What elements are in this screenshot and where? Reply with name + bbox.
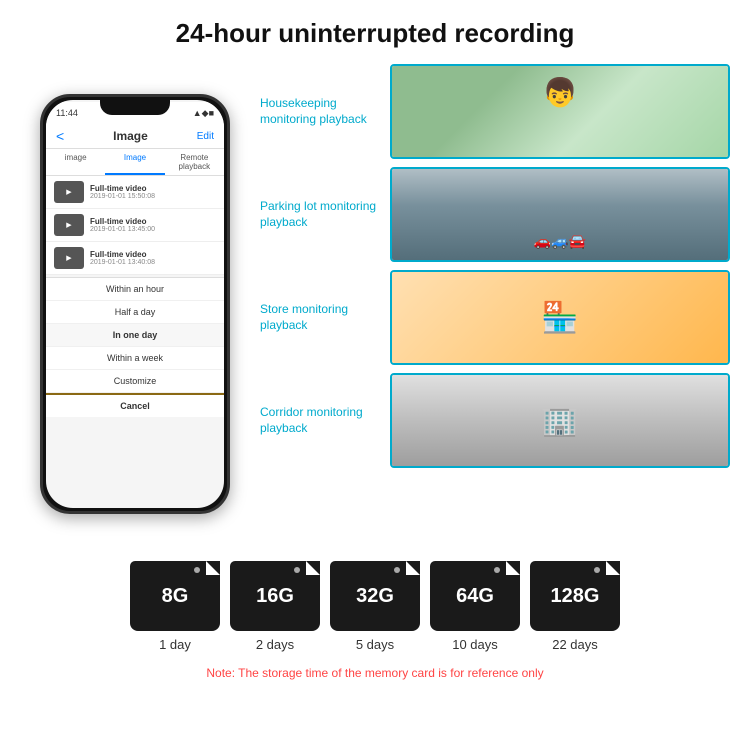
phone-edit-button[interactable]: Edit xyxy=(197,131,214,142)
phone-screen: 11:44 ▲◆■ < Image Edit image Image Remot… xyxy=(46,100,224,508)
phone-notch xyxy=(100,97,170,115)
storage-days-8g: 1 day xyxy=(159,637,191,652)
monitoring-text-store: Store monitoring playback xyxy=(260,302,380,333)
phone-thumb-2 xyxy=(54,214,84,236)
monitoring-image-corridor xyxy=(390,373,730,468)
right-section: Housekeeping monitoring playback Parking… xyxy=(260,59,730,549)
monitoring-label-store: Store monitoring playback xyxy=(260,302,380,333)
storage-days-16g: 2 days xyxy=(256,637,294,652)
dropdown-item-customize[interactable]: Customize xyxy=(46,370,224,393)
phone-tab-image2[interactable]: Image xyxy=(105,149,164,175)
dropdown-item-oneday[interactable]: In one day xyxy=(46,324,224,347)
sd-label-128g: 128G xyxy=(551,585,600,608)
phone-video-info-2: Full-time video 2019-01-01 13:45:00 xyxy=(90,217,216,233)
storage-card-128g: 128G 22 days xyxy=(530,561,620,652)
phone-video-date-2: 2019-01-01 13:45:00 xyxy=(90,226,216,233)
phone-tab-remote[interactable]: Remote playback xyxy=(165,149,224,175)
phone-dropdown: Within an hour Half a day In one day Wit… xyxy=(46,277,224,417)
monitoring-text-parking: Parking lot monitoring playback xyxy=(260,199,380,230)
phone-video-info-3: Full-time video 2019-01-01 13:40:08 xyxy=(90,250,216,266)
phone-container: 11:44 ▲◆■ < Image Edit image Image Remot… xyxy=(20,59,250,549)
monitoring-item-store: Store monitoring playback xyxy=(260,270,730,365)
sd-dot-64g xyxy=(494,567,500,573)
monitoring-item-corridor: Corridor monitoring playback xyxy=(260,373,730,468)
sd-dot-16g xyxy=(294,567,300,573)
storage-days-64g: 10 days xyxy=(452,637,498,652)
dropdown-item-hour[interactable]: Within an hour xyxy=(46,278,224,301)
monitoring-text-housekeeping: Housekeeping monitoring playback xyxy=(260,96,380,127)
phone-tabs: image Image Remote playback xyxy=(46,149,224,176)
monitoring-text-corridor: Corridor monitoring playback xyxy=(260,405,380,436)
sd-label-32g: 32G xyxy=(356,585,394,608)
storage-cards: 8G 1 day 16G 2 days 32G 5 days 64G 10 da… xyxy=(10,561,740,652)
phone-thumb-1 xyxy=(54,181,84,203)
sd-card-32g: 32G xyxy=(330,561,420,631)
storage-section: 8G 1 day 16G 2 days 32G 5 days 64G 10 da… xyxy=(0,549,750,684)
phone-video-title-1: Full-time video xyxy=(90,184,216,193)
sd-card-16g: 16G xyxy=(230,561,320,631)
dropdown-item-week[interactable]: Within a week xyxy=(46,347,224,370)
sd-label-64g: 64G xyxy=(456,585,494,608)
sd-dot-128g xyxy=(594,567,600,573)
storage-card-8g: 8G 1 day xyxy=(130,561,220,652)
phone-cancel-button[interactable]: Cancel xyxy=(46,393,224,417)
storage-note: Note: The storage time of the memory car… xyxy=(10,662,740,684)
phone-video-item-2[interactable]: Full-time video 2019-01-01 13:45:00 xyxy=(46,209,224,242)
phone-time: 11:44 xyxy=(56,108,78,118)
dropdown-item-halfday[interactable]: Half a day xyxy=(46,301,224,324)
main-content: 11:44 ▲◆■ < Image Edit image Image Remot… xyxy=(0,59,750,549)
photo-parking xyxy=(392,169,728,260)
monitoring-label-parking: Parking lot monitoring playback xyxy=(260,199,380,230)
sd-dot-32g xyxy=(394,567,400,573)
photo-child xyxy=(392,66,728,157)
sd-card-128g: 128G xyxy=(530,561,620,631)
phone-video-item-1[interactable]: Full-time video 2019-01-01 15:50:08 xyxy=(46,176,224,209)
photo-store xyxy=(392,272,728,363)
sd-card-8g: 8G xyxy=(130,561,220,631)
storage-card-64g: 64G 10 days xyxy=(430,561,520,652)
monitoring-image-parking xyxy=(390,167,730,262)
phone-icons: ▲◆■ xyxy=(193,108,214,119)
page-title: 24-hour uninterrupted recording xyxy=(0,18,750,49)
photo-corridor xyxy=(392,375,728,466)
monitoring-item-housekeeping: Housekeeping monitoring playback xyxy=(260,64,730,159)
sd-dot-8g xyxy=(194,567,200,573)
storage-card-16g: 16G 2 days xyxy=(230,561,320,652)
phone-nav-title: Image xyxy=(113,129,148,143)
monitoring-image-housekeeping xyxy=(390,64,730,159)
phone-thumb-3 xyxy=(54,247,84,269)
phone-mockup: 11:44 ▲◆■ < Image Edit image Image Remot… xyxy=(40,94,230,514)
phone-video-date-3: 2019-01-01 13:40:08 xyxy=(90,259,216,266)
storage-days-128g: 22 days xyxy=(552,637,598,652)
monitoring-label-housekeeping: Housekeeping monitoring playback xyxy=(260,96,380,127)
phone-video-date-1: 2019-01-01 15:50:08 xyxy=(90,193,216,200)
monitoring-item-parking: Parking lot monitoring playback xyxy=(260,167,730,262)
sd-label-8g: 8G xyxy=(162,585,189,608)
phone-video-title-2: Full-time video xyxy=(90,217,216,226)
phone-video-item-3[interactable]: Full-time video 2019-01-01 13:40:08 xyxy=(46,242,224,275)
sd-card-64g: 64G xyxy=(430,561,520,631)
monitoring-image-store xyxy=(390,270,730,365)
storage-days-32g: 5 days xyxy=(356,637,394,652)
phone-back-button[interactable]: < xyxy=(56,128,64,144)
phone-video-title-3: Full-time video xyxy=(90,250,216,259)
monitoring-label-corridor: Corridor monitoring playback xyxy=(260,405,380,436)
phone-nav-bar: < Image Edit xyxy=(46,124,224,149)
title-section: 24-hour uninterrupted recording xyxy=(0,0,750,59)
phone-tab-image[interactable]: image xyxy=(46,149,105,175)
phone-video-info-1: Full-time video 2019-01-01 15:50:08 xyxy=(90,184,216,200)
storage-card-32g: 32G 5 days xyxy=(330,561,420,652)
sd-label-16g: 16G xyxy=(256,585,294,608)
